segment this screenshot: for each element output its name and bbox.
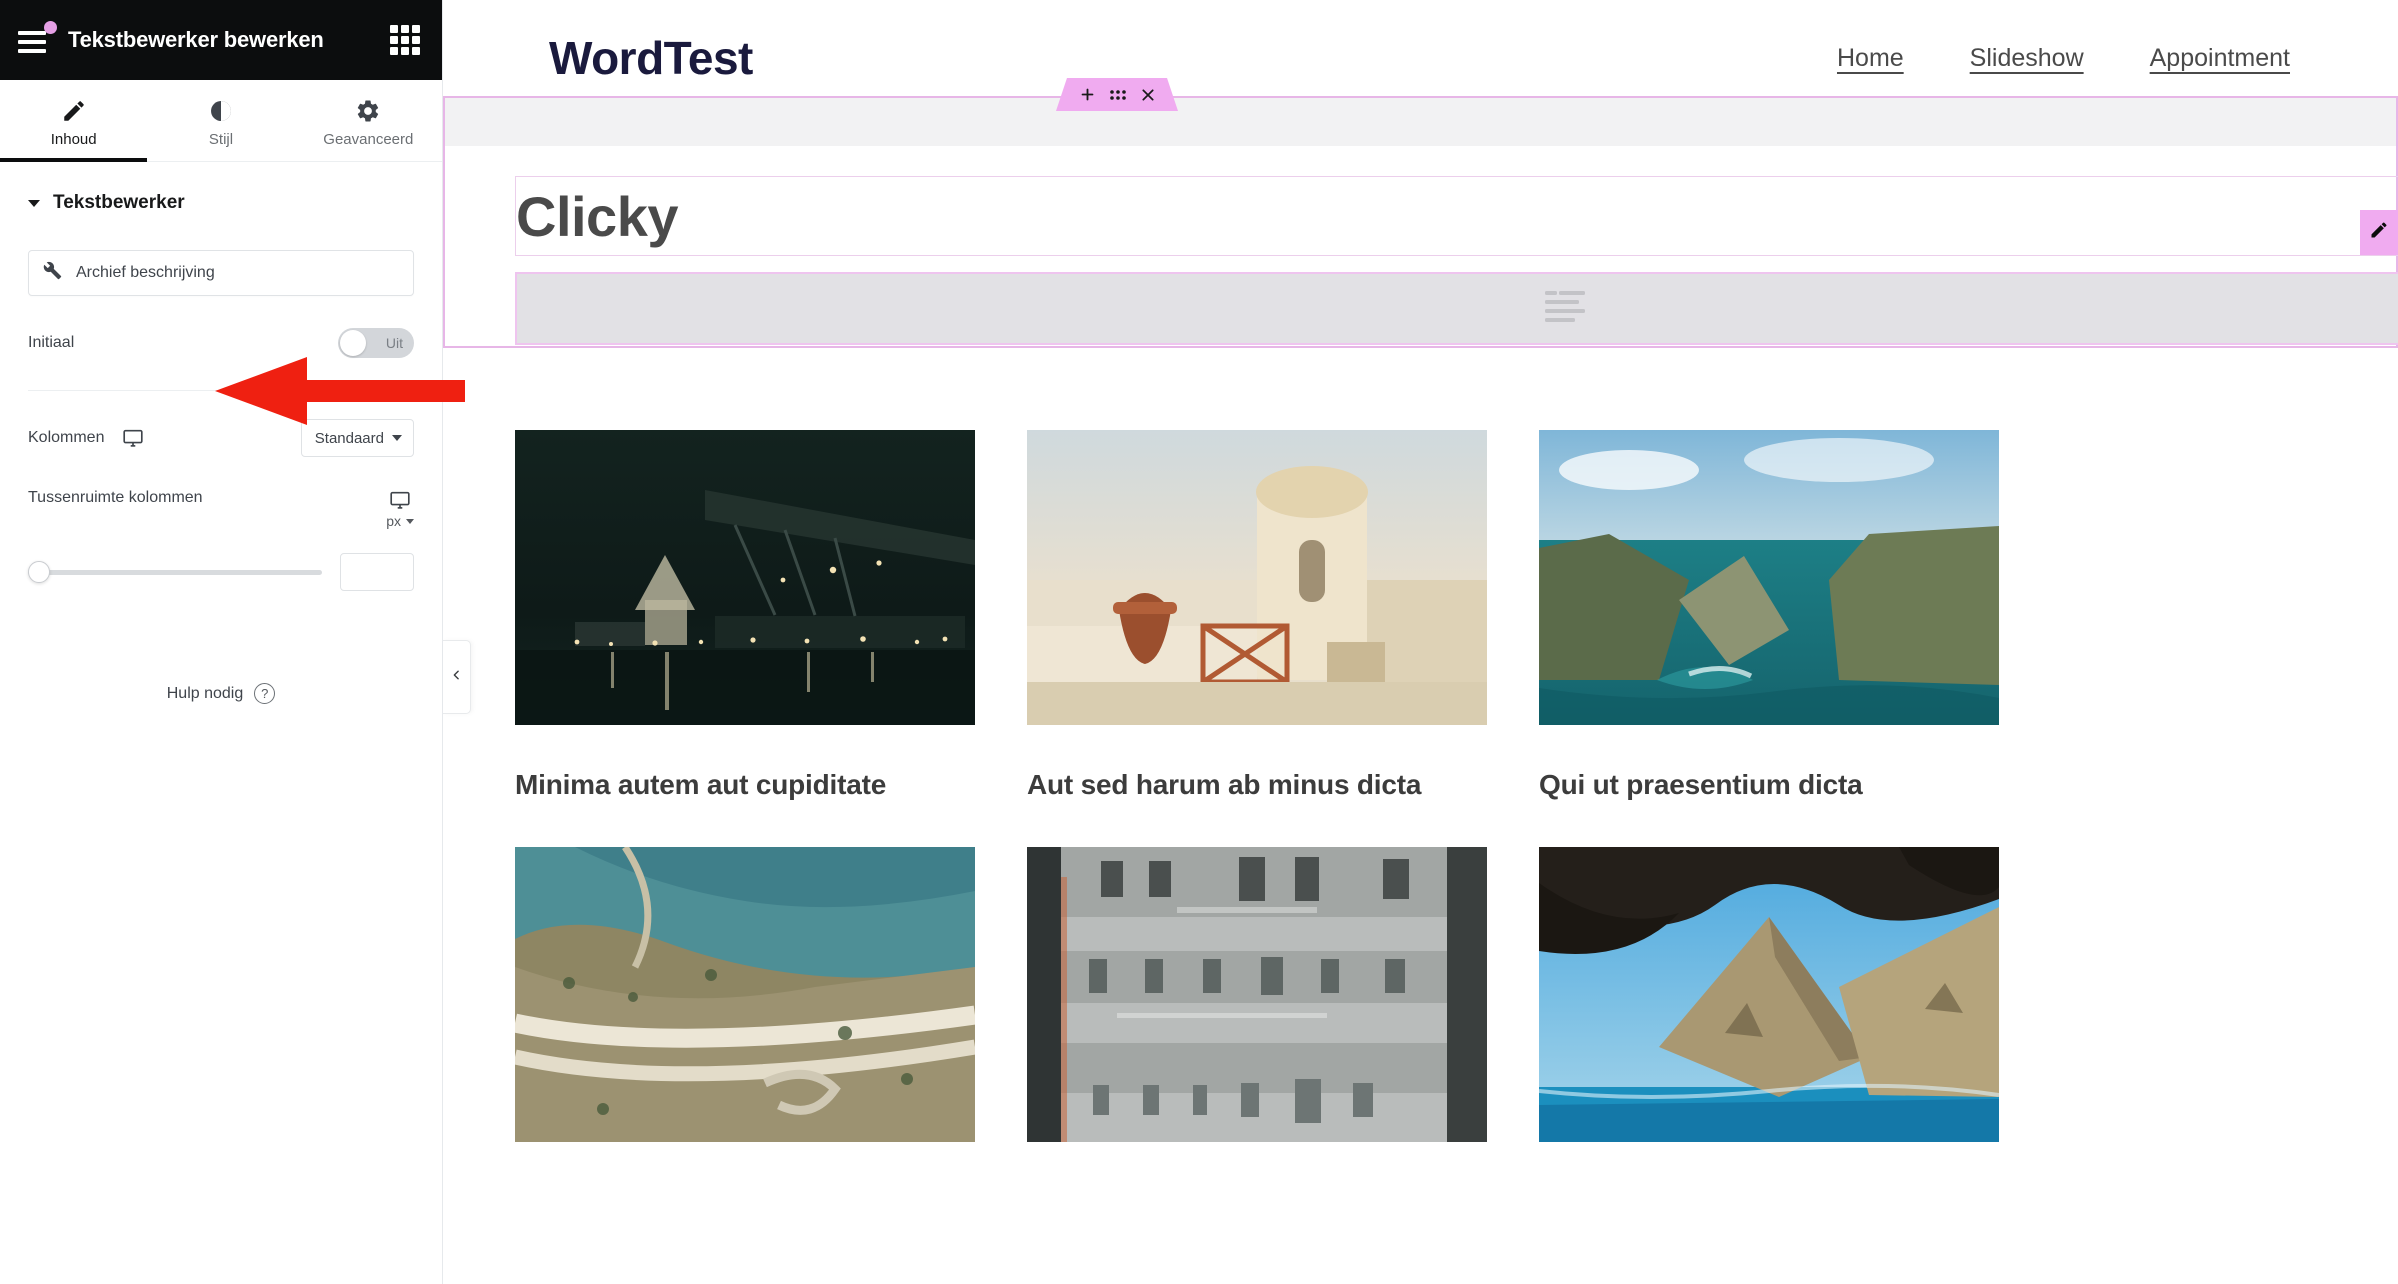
column-gap-slider[interactable] xyxy=(28,561,322,583)
help-label: Hulp nodig xyxy=(166,684,244,702)
chevron-down-icon xyxy=(406,518,414,524)
nav-link-appointment[interactable]: Appointment xyxy=(2150,44,2290,73)
kolommen-label: Kolommen xyxy=(28,429,105,446)
text-editor-widget[interactable] xyxy=(515,272,2398,345)
panel-title: Tekstbewerker bewerken xyxy=(68,27,324,53)
grid-apps-icon[interactable] xyxy=(390,25,420,55)
divider xyxy=(28,390,414,391)
post-thumbnail[interactable] xyxy=(1539,847,1999,1142)
caret-down-icon xyxy=(28,199,40,207)
post-thumbnail[interactable] xyxy=(1027,430,1487,725)
gear-icon xyxy=(355,98,381,124)
chevron-down-icon xyxy=(392,435,402,441)
post-title[interactable]: Aut sed harum ab minus dicta xyxy=(1027,769,1487,801)
section-background-band xyxy=(443,98,2398,146)
pencil-edit-icon xyxy=(2369,220,2389,245)
desktop-icon[interactable] xyxy=(389,489,411,511)
post-card[interactable] xyxy=(1027,847,1487,1186)
initiaal-toggle[interactable]: Uit xyxy=(338,328,414,358)
tab-inhoud[interactable]: Inhoud xyxy=(0,80,148,162)
nav-link-slideshow[interactable]: Slideshow xyxy=(1970,44,2084,73)
tab-inhoud-label: Inhoud xyxy=(50,130,97,148)
panel-collapse-handle[interactable] xyxy=(443,640,471,714)
tussenruimte-kolommen-slider-row xyxy=(0,553,442,591)
tussenruimte-kolommen-control: Tussenruimte kolommen px xyxy=(0,489,442,529)
tussenruimte-kolommen-label: Tussenruimte kolommen xyxy=(28,489,203,506)
panel-header: Tekstbewerker bewerken xyxy=(0,0,442,80)
kolommen-select[interactable]: Standaard xyxy=(300,419,414,457)
kolommen-control-row: Kolommen Standaard xyxy=(0,417,442,459)
desktop-icon[interactable] xyxy=(122,427,144,449)
post-thumbnail[interactable] xyxy=(515,430,975,725)
initiaal-control-row: Initiaal Uit xyxy=(0,322,442,364)
initiaal-label: Initiaal xyxy=(28,334,75,351)
hamburger-icon[interactable] xyxy=(18,21,57,55)
post-card[interactable]: Qui ut praesentium dicta xyxy=(1539,430,1999,801)
drag-dots-icon[interactable] xyxy=(1109,88,1127,102)
text-lines-icon xyxy=(1543,288,1587,329)
elementor-editor-screen: Tekstbewerker bewerken Inhoud Stijl Geav… xyxy=(0,0,2398,1284)
help-link[interactable]: Hulp nodig ? xyxy=(0,683,442,704)
post-card[interactable]: Minima autem aut cupiditate xyxy=(515,430,975,801)
question-circle-icon: ? xyxy=(254,683,276,704)
heading-text: Clicky xyxy=(516,184,679,248)
post-thumbnail[interactable] xyxy=(1027,847,1487,1142)
contrast-circle-icon xyxy=(208,98,234,124)
unit-value: px xyxy=(386,513,401,529)
dynamic-tag-control: Archief beschrijving xyxy=(0,250,442,296)
site-preview: WordTest Home Slideshow Appointment Clic… xyxy=(443,0,2398,1284)
site-nav: Home Slideshow Appointment xyxy=(1837,44,2398,73)
heading-widget[interactable]: Clicky xyxy=(515,176,2398,256)
unit-selector[interactable]: px xyxy=(386,513,414,529)
wrench-icon xyxy=(43,261,62,285)
tab-stijl-label: Stijl xyxy=(208,130,234,148)
section-toolbar xyxy=(1056,78,1178,111)
post-card[interactable] xyxy=(515,847,975,1186)
archief-beschrijving-button[interactable]: Archief beschrijving xyxy=(28,250,414,296)
site-brand[interactable]: WordTest xyxy=(549,31,753,85)
post-title[interactable]: Qui ut praesentium dicta xyxy=(1539,769,1999,801)
post-card[interactable] xyxy=(1539,847,1999,1186)
notification-dot xyxy=(44,21,57,34)
post-title[interactable]: Minima autem aut cupiditate xyxy=(515,769,975,801)
tab-stijl[interactable]: Stijl xyxy=(147,80,294,161)
initiaal-state-label: Uit xyxy=(385,335,403,351)
nav-link-home[interactable]: Home xyxy=(1837,44,1904,73)
tab-geavanceerd[interactable]: Geavanceerd xyxy=(295,80,442,161)
post-thumbnail[interactable] xyxy=(1539,430,1999,725)
post-thumbnail[interactable] xyxy=(515,847,975,1142)
plus-icon[interactable] xyxy=(1079,86,1096,103)
column-gap-number-input[interactable] xyxy=(340,553,414,591)
panel-tabs: Inhoud Stijl Geavanceerd xyxy=(0,80,442,162)
toggle-knob xyxy=(340,330,366,356)
tab-geavanceerd-label: Geavanceerd xyxy=(323,130,414,148)
widget-edit-button[interactable] xyxy=(2360,210,2398,255)
slider-thumb[interactable] xyxy=(28,561,50,583)
editor-panel: Tekstbewerker bewerken Inhoud Stijl Geav… xyxy=(0,0,443,1284)
kolommen-selected-value: Standaard xyxy=(314,429,384,447)
post-grid: Minima autem aut cupiditate Aut sed haru… xyxy=(515,430,2398,1186)
post-card[interactable]: Aut sed harum ab minus dicta xyxy=(1027,430,1487,801)
section-tekstbewerker-header[interactable]: Tekstbewerker xyxy=(0,162,442,214)
chevron-left-icon xyxy=(450,667,463,688)
archief-beschrijving-label: Archief beschrijving xyxy=(76,264,215,281)
section-title: Tekstbewerker xyxy=(53,192,185,213)
pencil-icon xyxy=(61,98,87,124)
slider-track xyxy=(28,569,322,575)
close-x-icon[interactable] xyxy=(1140,87,1156,103)
